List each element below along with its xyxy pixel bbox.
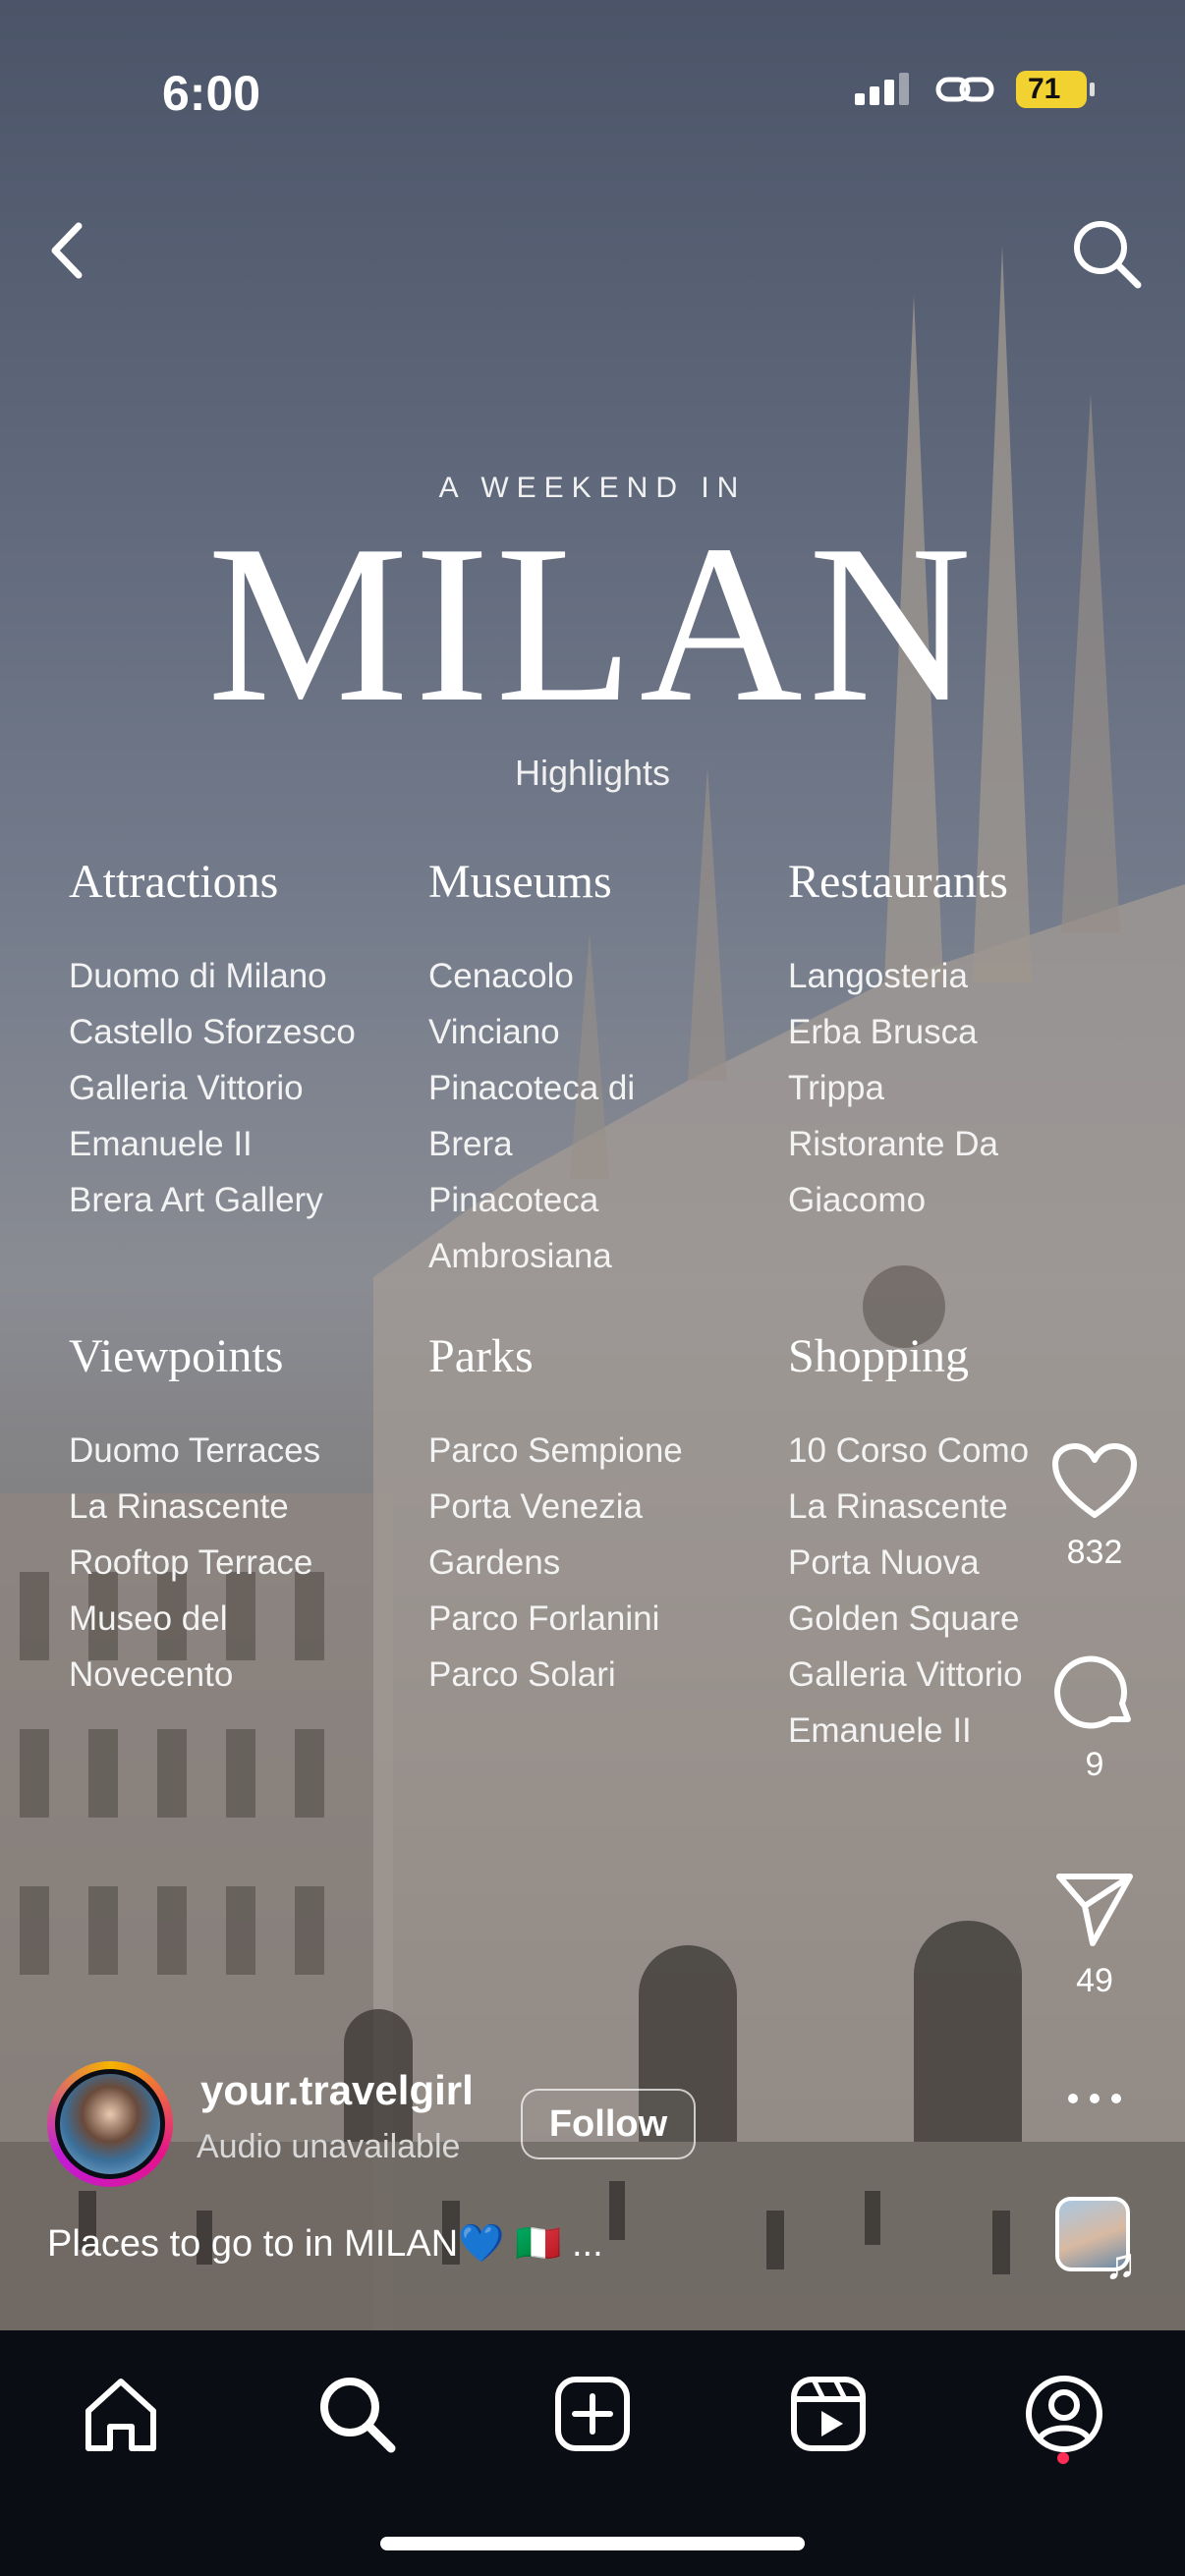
- comment-count: 9: [1085, 1746, 1104, 1783]
- section-line: Galleria Vittorio: [788, 1655, 1023, 1694]
- audio-status[interactable]: Audio unavailable: [197, 2128, 460, 2166]
- more-icon[interactable]: [1065, 2089, 1124, 2108]
- section-attractions: Attractions Duomo di Milano Castello Sfo…: [69, 855, 423, 1228]
- section-line: Emanuele II: [788, 1711, 972, 1750]
- section-line: Emanuele II: [69, 1125, 253, 1163]
- section-line: Novecento: [69, 1655, 234, 1694]
- music-note-icon: ♫: [1104, 2240, 1137, 2288]
- section-museums: Museums Cenacolo Vinciano Pinacoteca di …: [428, 855, 782, 1284]
- section-viewpoints: Viewpoints Duomo Terraces La Rinascente …: [69, 1329, 423, 1703]
- section-line: Porta Venezia: [428, 1487, 643, 1526]
- section-line: La Rinascente: [69, 1487, 289, 1526]
- section-line: Parco Forlanini: [428, 1599, 660, 1638]
- comment-icon[interactable]: [1053, 1651, 1136, 1733]
- reels-icon[interactable]: [784, 2370, 873, 2458]
- share-action[interactable]: 49: [1036, 1867, 1154, 2000]
- section-line: Cenacolo: [428, 957, 574, 995]
- section-line: Vinciano: [428, 1013, 560, 1051]
- home-indicator[interactable]: [380, 2537, 805, 2550]
- like-count: 832: [1066, 1534, 1123, 1571]
- follow-button[interactable]: Follow: [521, 2089, 696, 2159]
- more-action[interactable]: [1036, 2089, 1154, 2113]
- section-heading: Parks: [428, 1330, 534, 1382]
- section-line: Giacomo: [788, 1181, 927, 1219]
- section-line: Trippa: [788, 1069, 884, 1107]
- section-line: Ambrosiana: [428, 1237, 612, 1275]
- section-heading: Shopping: [788, 1330, 970, 1382]
- section-line: Duomo di Milano: [69, 957, 327, 995]
- send-icon[interactable]: [1053, 1867, 1136, 1949]
- section-line: Pinacoteca di: [428, 1069, 636, 1107]
- section-line: Castello Sforzesco: [69, 1013, 356, 1051]
- avatar[interactable]: [47, 2061, 173, 2187]
- signal-icon: [855, 73, 909, 105]
- section-line: Ristorante Da: [788, 1125, 998, 1163]
- section-heading: Museums: [428, 856, 612, 908]
- status-icons: 71: [855, 71, 1095, 108]
- section-line: Museo del: [69, 1599, 228, 1638]
- section-shopping: Shopping 10 Corso Como La Rinascente Por…: [788, 1329, 1073, 1759]
- section-line: Gardens: [428, 1543, 561, 1582]
- avatar-image: [55, 2069, 165, 2179]
- section-parks: Parks Parco Sempione Porta Venezia Garde…: [428, 1329, 782, 1703]
- section-line: Duomo Terraces: [69, 1431, 321, 1470]
- username[interactable]: your.travelgirl: [200, 2067, 474, 2114]
- section-line: Erba Brusca: [788, 1013, 978, 1051]
- profile-icon[interactable]: [1020, 2370, 1108, 2458]
- section-line: Brera: [428, 1125, 513, 1163]
- section-line: Galleria Vittorio: [69, 1069, 304, 1107]
- section-line: 10 Corso Como: [788, 1431, 1030, 1470]
- search-icon[interactable]: [1067, 214, 1146, 293]
- status-time: 6:00: [162, 66, 261, 121]
- section-line: Langosteria: [788, 957, 968, 995]
- reel-screen: 6:00 71 A WEEKEND IN MILAN Highlights At…: [0, 0, 1185, 2576]
- create-icon[interactable]: [548, 2370, 637, 2458]
- section-heading: Restaurants: [788, 856, 1008, 908]
- reel-subtitle: Highlights: [514, 753, 671, 793]
- section-line: Porta Nuova: [788, 1543, 980, 1582]
- share-count: 49: [1076, 1962, 1113, 1999]
- home-icon[interactable]: [77, 2370, 165, 2458]
- notification-dot: [1057, 2452, 1069, 2464]
- chevron-left-icon[interactable]: [39, 216, 98, 285]
- section-line: Parco Solari: [428, 1655, 616, 1694]
- like-action[interactable]: 832: [1036, 1442, 1154, 1572]
- heart-icon[interactable]: [1051, 1442, 1138, 1521]
- comment-action[interactable]: 9: [1036, 1651, 1154, 1784]
- section-heading: Attractions: [69, 856, 279, 908]
- section-line: Brera Art Gallery: [69, 1181, 323, 1219]
- caption[interactable]: Places to go to in MILAN💙 🇮🇹 ...: [47, 2222, 603, 2266]
- section-line: Pinacoteca: [428, 1181, 599, 1219]
- section-line: Rooftop Terrace: [69, 1543, 313, 1582]
- reel-title: MILAN: [207, 498, 978, 749]
- section-restaurants: Restaurants Langosteria Erba Brusca Trip…: [788, 855, 1142, 1228]
- link-icon: [935, 77, 994, 102]
- section-line: Parco Sempione: [428, 1431, 683, 1470]
- section-line: La Rinascente: [788, 1487, 1008, 1526]
- section-heading: Viewpoints: [69, 1330, 284, 1382]
- section-line: Golden Square: [788, 1599, 1020, 1638]
- battery-level: 71: [1028, 73, 1061, 105]
- search-icon[interactable]: [312, 2370, 401, 2458]
- battery-icon: 71: [1016, 71, 1095, 108]
